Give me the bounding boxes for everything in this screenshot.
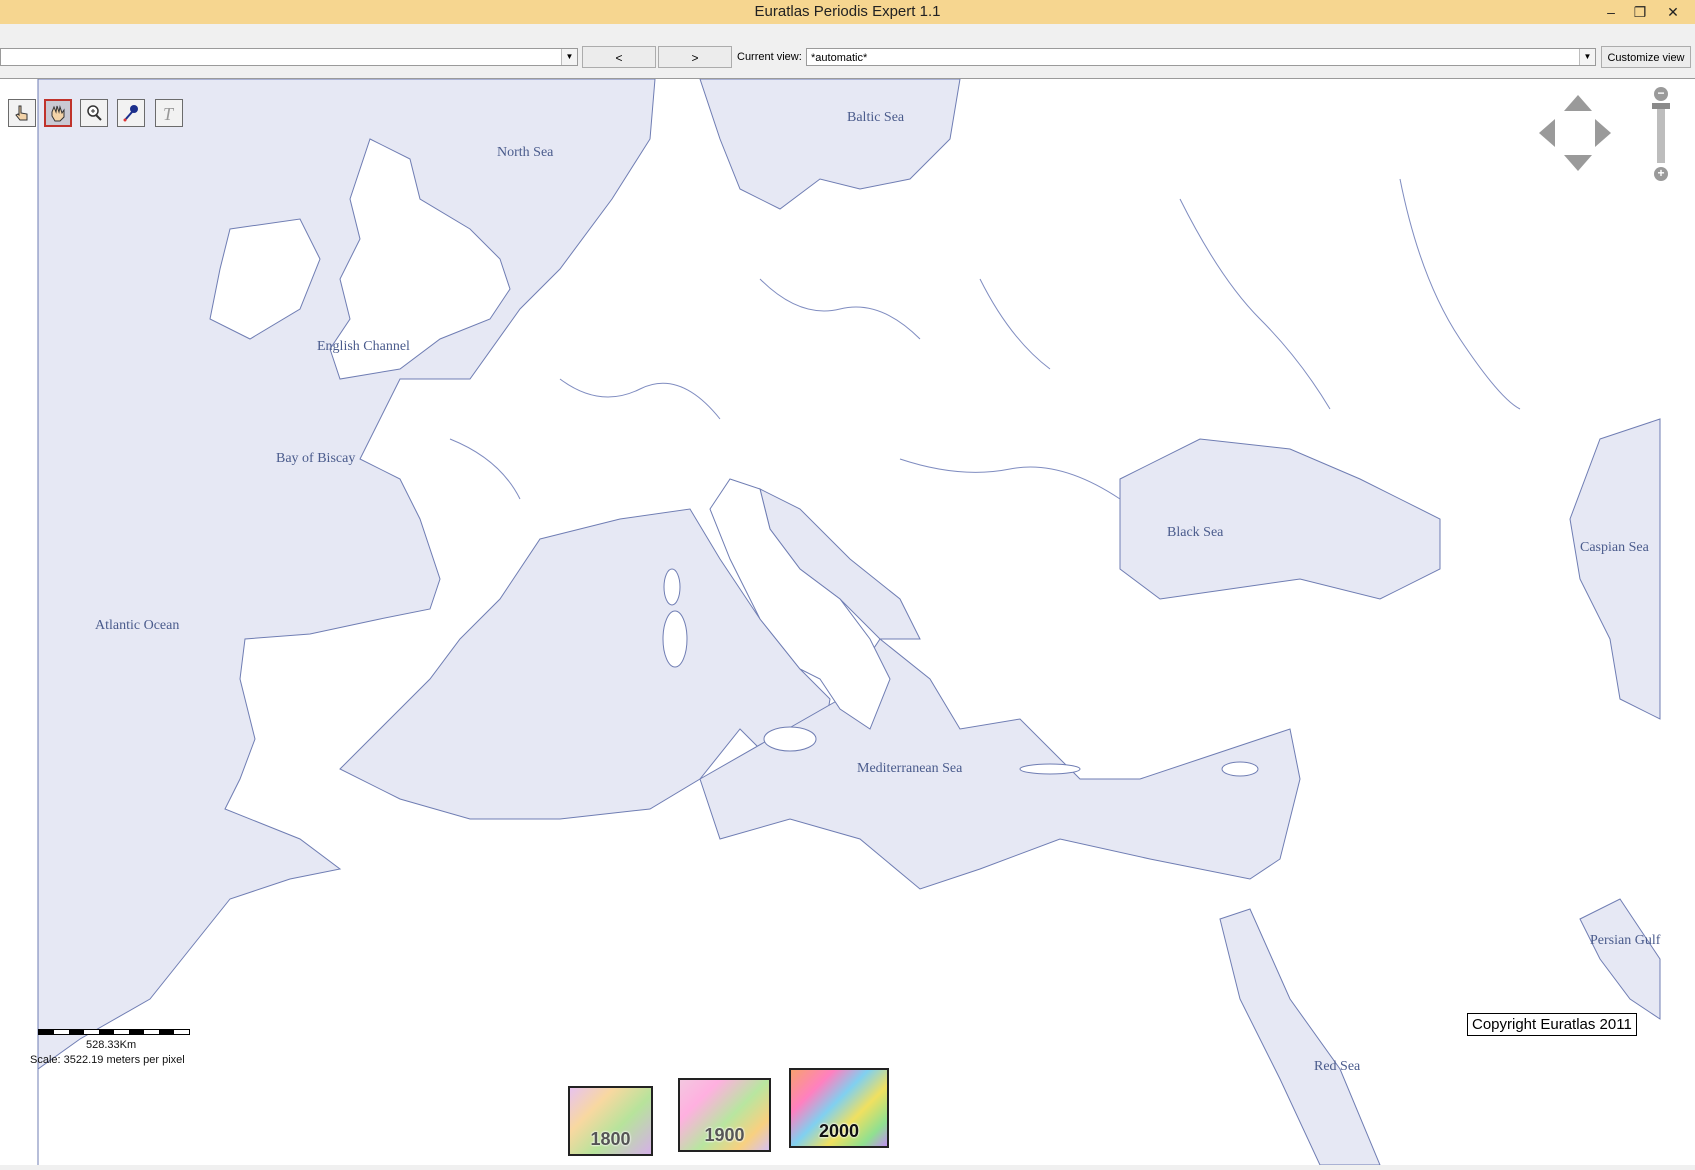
current-view-value: *automatic* xyxy=(811,52,868,64)
sicily xyxy=(763,726,817,752)
scale-distance: 528.33Km xyxy=(86,1039,137,1051)
window-title: Euratlas Periodis Expert 1.1 xyxy=(754,3,941,20)
next-button[interactable]: > xyxy=(658,46,732,68)
zoom-tool-button[interactable] xyxy=(80,99,108,127)
crete xyxy=(1019,763,1081,775)
period-select[interactable]: ▼ xyxy=(0,48,578,66)
year-thumbnail-2000[interactable]: 2000 xyxy=(789,1068,889,1148)
previous-button[interactable]: < xyxy=(582,46,656,68)
label-atlantic-ocean: Atlantic Ocean xyxy=(95,618,180,633)
zoom-track[interactable] xyxy=(1657,105,1665,163)
pan-down-icon[interactable] xyxy=(1564,155,1592,171)
chevron-down-icon[interactable]: ▼ xyxy=(1579,49,1595,65)
scale-bar xyxy=(38,1029,190,1035)
pan-up-icon[interactable] xyxy=(1564,95,1592,111)
title-bar: Euratlas Periodis Expert 1.1 – ❐ ✕ xyxy=(0,0,1695,24)
label-bay-of-biscay: Bay of Biscay xyxy=(276,451,356,466)
scale-text: Scale: 3522.19 meters per pixel xyxy=(30,1054,185,1066)
label-baltic-sea: Baltic Sea xyxy=(847,110,905,125)
label-caspian-sea: Caspian Sea xyxy=(1580,540,1649,555)
label-english-channel: English Channel xyxy=(317,339,410,354)
svg-text:T: T xyxy=(163,104,175,123)
sardinia xyxy=(662,610,688,668)
corsica xyxy=(663,568,681,606)
pin-icon xyxy=(123,105,138,122)
pan-tool-button[interactable] xyxy=(44,99,72,127)
label-mediterranean-sea: Mediterranean Sea xyxy=(857,761,963,776)
zoom-thumb[interactable] xyxy=(1652,103,1670,109)
pin-tool-button[interactable] xyxy=(117,99,145,127)
pointer-tool-button[interactable] xyxy=(8,99,36,127)
pan-left-icon[interactable] xyxy=(1539,119,1555,147)
label-black-sea: Black Sea xyxy=(1167,525,1224,540)
year-thumbnail-1900[interactable]: 1900 xyxy=(678,1078,771,1152)
pan-right-icon[interactable] xyxy=(1595,119,1611,147)
year-label-2000: 2000 xyxy=(818,1121,860,1141)
map-view[interactable]: North Sea Baltic Sea English Channel Bay… xyxy=(0,79,1695,1165)
navigation-pad[interactable] xyxy=(1535,93,1615,173)
current-view-label: Current view: xyxy=(737,51,802,63)
current-view-select[interactable]: *automatic* ▼ xyxy=(806,48,1596,66)
toolbar: ▼ < > Current view: *automatic* ▼ Custom… xyxy=(0,24,1695,79)
restore-button[interactable]: ❐ xyxy=(1627,2,1653,22)
pan-hand-icon xyxy=(51,105,65,122)
close-button[interactable]: ✕ xyxy=(1660,2,1686,22)
customize-view-button[interactable]: Customize view xyxy=(1601,46,1691,68)
label-north-sea: North Sea xyxy=(497,145,554,160)
label-red-sea: Red Sea xyxy=(1314,1059,1361,1074)
minimize-button[interactable]: – xyxy=(1598,2,1624,22)
label-persian-gulf: Persian Gulf xyxy=(1590,933,1661,948)
zoom-magnifier-icon xyxy=(87,105,102,121)
zoom-out-icon[interactable]: − xyxy=(1654,87,1668,101)
copyright-text: Copyright Euratlas 2011 xyxy=(1472,1016,1632,1033)
zoom-in-icon[interactable]: + xyxy=(1654,167,1668,181)
copyright-box: Copyright Euratlas 2011 xyxy=(1467,1013,1637,1036)
year-label-1900: 1900 xyxy=(704,1125,745,1145)
pointer-hand-icon xyxy=(15,105,28,121)
year-thumbnail-1800[interactable]: 1800 xyxy=(568,1086,653,1156)
zoom-slider[interactable]: − + xyxy=(1652,87,1670,182)
year-label-1800: 1800 xyxy=(590,1129,631,1149)
text-icon: T xyxy=(163,104,175,123)
text-tool-button[interactable]: T xyxy=(155,99,183,127)
map-canvas[interactable] xyxy=(0,79,1695,1165)
chevron-down-icon[interactable]: ▼ xyxy=(561,49,577,65)
cyprus xyxy=(1221,761,1259,777)
